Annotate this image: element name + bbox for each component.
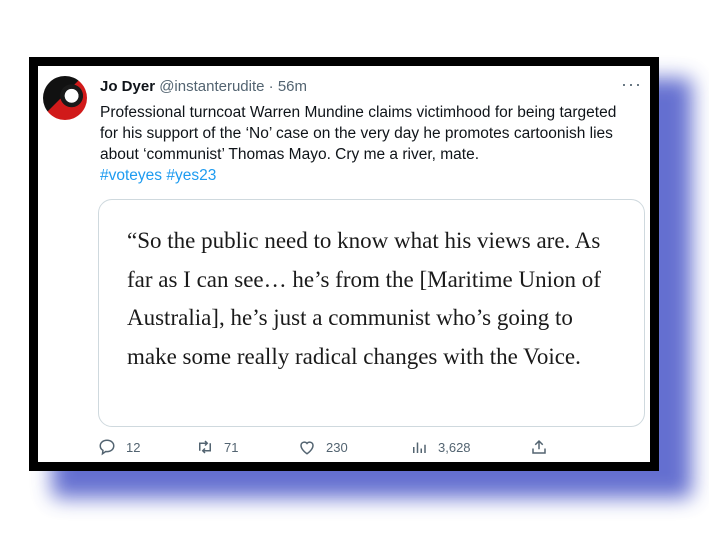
reply-button[interactable]: 12	[98, 438, 140, 456]
quote-card[interactable]: “So the public need to know what his vie…	[98, 199, 645, 427]
author-handle[interactable]: @instanterudite	[159, 78, 264, 95]
like-icon	[300, 441, 314, 455]
like-count: 230	[326, 439, 348, 455]
reply-count: 12	[126, 439, 141, 455]
retweet-button[interactable]: 71	[196, 438, 238, 456]
quote-text: “So the public need to know what his vie…	[127, 228, 601, 369]
share-button[interactable]	[530, 438, 548, 456]
action-bar: 12 71 230 3,628	[98, 438, 638, 462]
retweet-count: 71	[224, 439, 239, 455]
author-name[interactable]: Jo Dyer	[100, 78, 155, 95]
tweet-text: Professional turncoat Warren Mundine cla…	[100, 102, 635, 186]
hashtag-voteyes[interactable]: #voteyes	[100, 167, 162, 184]
retweet-icon	[199, 440, 211, 454]
share-icon	[532, 439, 546, 454]
tweet-card[interactable]: Jo Dyer @instanterudite · 56m ··· Profes…	[38, 66, 650, 462]
tweet-body: Professional turncoat Warren Mundine cla…	[100, 104, 617, 163]
like-button[interactable]: 230	[298, 438, 348, 456]
more-options-icon[interactable]: ···	[621, 74, 642, 95]
timestamp[interactable]: 56m	[278, 78, 307, 95]
views-count: 3,628	[438, 439, 471, 455]
reply-icon	[99, 439, 115, 456]
separator: ·	[268, 78, 274, 95]
views-icon	[413, 442, 426, 453]
tweet-header: Jo Dyer @instanterudite · 56m	[100, 78, 307, 95]
views-button[interactable]: 3,628	[410, 438, 471, 456]
avatar[interactable]	[43, 76, 87, 120]
hashtag-yes23[interactable]: #yes23	[166, 167, 216, 184]
